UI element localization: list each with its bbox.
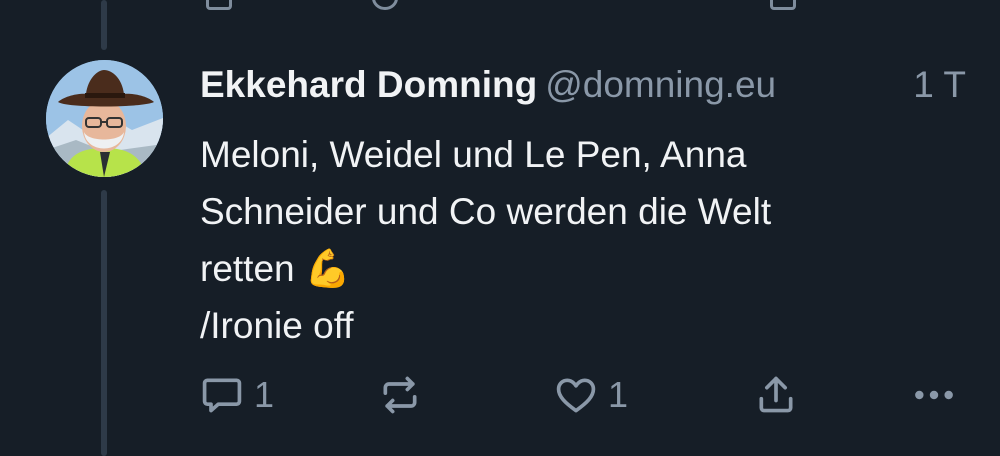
repost-icon <box>383 376 417 414</box>
share-button[interactable] <box>754 370 798 420</box>
thread-line-top <box>101 0 107 50</box>
post-actions: 1 1 <box>196 370 976 420</box>
post-text: Meloni, Weidel und Le Pen, Anna Schneide… <box>200 126 960 354</box>
more-button[interactable] <box>910 370 958 420</box>
avatar-image <box>46 60 163 177</box>
post-header: Ekkehard Domning @domning.eu 1 T <box>200 62 990 108</box>
like-count: 1 <box>608 374 629 415</box>
post-text-line: Meloni, Weidel und Le Pen, Anna <box>200 134 747 175</box>
avatar[interactable] <box>46 60 163 177</box>
post-text-line: Schneider und Co werden die Welt <box>200 191 772 232</box>
author-name[interactable]: Ekkehard Domning <box>200 64 537 105</box>
like-button[interactable]: 1 <box>554 370 628 420</box>
share-icon <box>759 376 793 413</box>
reply-icon <box>202 378 242 413</box>
reply-count: 1 <box>254 374 275 415</box>
reply-icon[interactable] <box>206 0 232 10</box>
post-text-line: retten 💪 <box>200 248 351 289</box>
thread-line-bottom <box>101 190 107 456</box>
reply-button[interactable]: 1 <box>200 370 274 420</box>
share-icon[interactable] <box>770 0 796 10</box>
post-text-line: /Ironie off <box>200 305 354 346</box>
repost-button[interactable] <box>378 370 422 420</box>
more-icon <box>915 390 953 400</box>
repost-icon[interactable] <box>372 0 398 10</box>
post-timestamp[interactable]: 1 T <box>913 62 966 108</box>
author-handle[interactable]: @domning.eu <box>545 64 776 105</box>
previous-post-actions-partial <box>0 0 1000 10</box>
like-icon <box>556 378 596 413</box>
